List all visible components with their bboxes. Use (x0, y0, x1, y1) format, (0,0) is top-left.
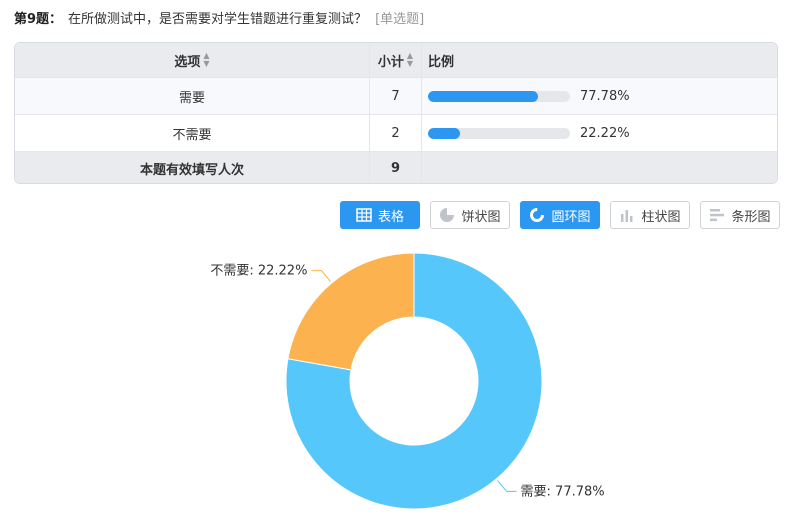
table-row: 不需要 2 22.22% (15, 115, 777, 152)
option-label: 不需要 (172, 127, 212, 143)
total-count: 9 (390, 161, 401, 176)
results-table: 选项 ▲ ▼ 小计 ▲ ▼ 比例 需要 7 77.78% 不需要 2 22.22% … (14, 42, 778, 184)
ratio-bar-fill (428, 90, 539, 102)
horizontal-bar-chart-button[interactable]: 条形图 (700, 201, 780, 229)
ratio-bar (428, 127, 570, 139)
ratio-bar (428, 90, 570, 102)
sort-icon[interactable]: ▲ ▼ (203, 52, 209, 68)
header-count[interactable]: 小计 ▲ ▼ (369, 43, 421, 77)
header-ratio: 比例 (421, 43, 777, 77)
header-ratio-label: 比例 (428, 54, 455, 70)
slice-label: 不需要: 22.22% (210, 264, 307, 279)
bar-chart-icon (619, 207, 635, 223)
ratio-percent: 22.22% (580, 125, 630, 141)
table-icon (356, 207, 372, 223)
label-leader-line (497, 480, 517, 492)
question-type: [单选题] (375, 12, 425, 27)
table-row: 需要 7 77.78% (15, 78, 777, 115)
donut-chart-label: 圆环图 (551, 209, 591, 225)
bar-chart-label: 柱状图 (641, 209, 681, 225)
table-view-button[interactable]: 表格 (340, 201, 420, 229)
horizontal-bar-chart-label: 条形图 (731, 209, 771, 225)
question-number: 第9题： (14, 12, 63, 27)
header-count-label: 小计 (377, 54, 404, 70)
horizontal-bar-chart-icon (709, 207, 725, 223)
ratio-bar-fill (428, 127, 460, 139)
donut-chart: 需要: 77.78% 不需要: 22.22% (210, 252, 605, 510)
sort-icon[interactable]: ▲ ▼ (407, 52, 413, 68)
total-label: 本题有效填写人次 (139, 163, 244, 178)
label-leader-line (311, 270, 331, 282)
pie-chart-button[interactable]: 饼状图 (430, 201, 510, 229)
ratio-percent: 77.78% (580, 88, 630, 104)
donut-chart-icon (529, 207, 545, 223)
header-option-label: 选项 (174, 54, 201, 70)
question-text: 在所做测试中，是否需要对学生错题进行重复测试？ (68, 12, 368, 27)
pie-chart-icon (439, 207, 455, 223)
donut-chart-button[interactable]: 圆环图 (520, 201, 600, 229)
question-header: 第9题： 在所做测试中，是否需要对学生错题进行重复测试？ [单选题] (14, 10, 424, 30)
bar-chart-button[interactable]: 柱状图 (610, 201, 690, 229)
table-view-label: 表格 (377, 209, 404, 225)
option-count: 2 (391, 125, 400, 141)
table-footer-row: 本题有效填写人次 9 (15, 152, 777, 183)
table-header-row: 选项 ▲ ▼ 小计 ▲ ▼ 比例 (15, 43, 777, 78)
pie-chart-label: 饼状图 (461, 209, 501, 225)
header-option[interactable]: 选项 ▲ ▼ (15, 43, 369, 77)
slice-label: 需要: 77.78% (521, 484, 605, 499)
option-label: 需要 (178, 90, 205, 106)
option-count: 7 (391, 88, 400, 104)
